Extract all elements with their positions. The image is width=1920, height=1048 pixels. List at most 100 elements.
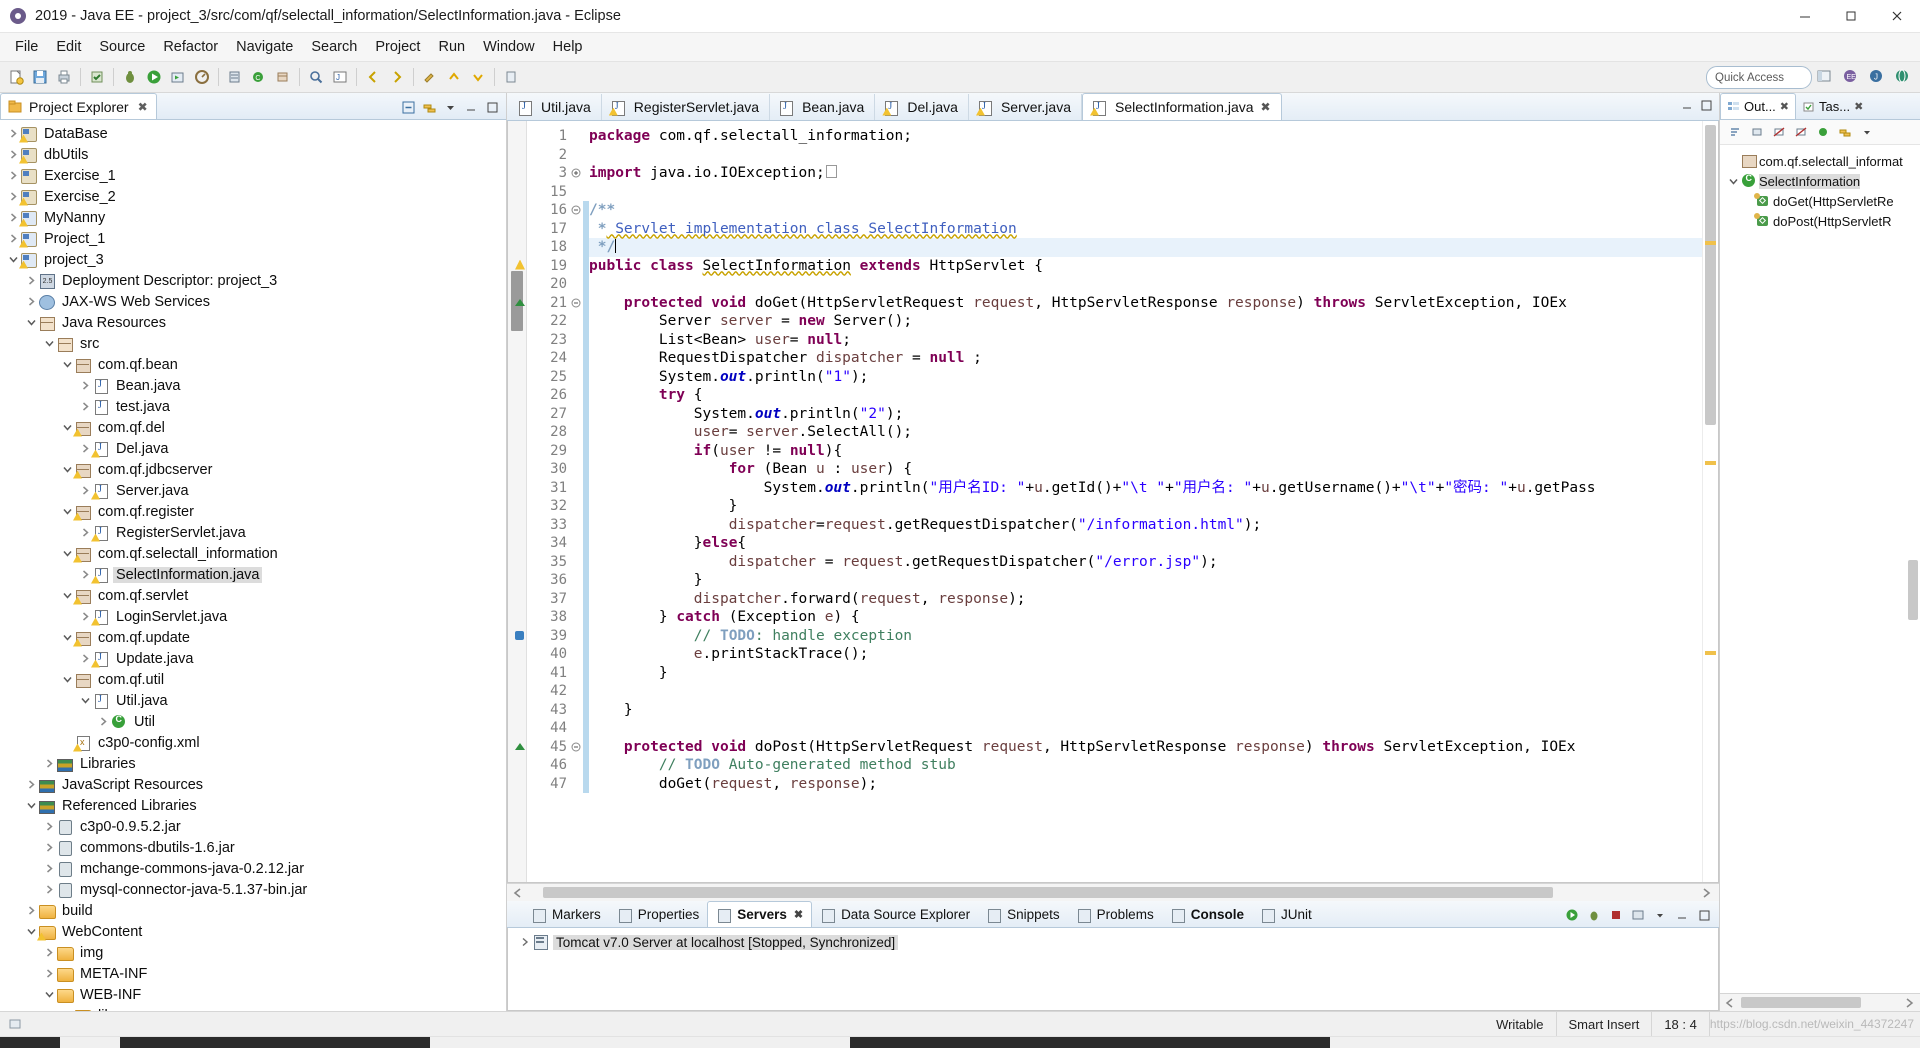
tree-item[interactable]: com.qf.selectall_information [0, 543, 506, 564]
profile-icon[interactable] [191, 66, 213, 88]
chevron-right-icon[interactable] [6, 211, 20, 225]
code-line[interactable]: package com.qf.selectall_information; [589, 127, 1702, 146]
forward-icon[interactable] [386, 66, 408, 88]
code-line[interactable]: /** [589, 201, 1702, 220]
chevron-right-icon[interactable] [78, 568, 92, 582]
chevron-right-icon[interactable] [6, 190, 20, 204]
tree-item[interactable]: mchange-commons-java-0.2.12.jar [0, 858, 506, 879]
code-line[interactable]: import java.io.IOException; [589, 164, 1702, 183]
chevron-down-icon[interactable] [42, 988, 56, 1002]
sort-icon[interactable] [1726, 123, 1744, 141]
focus-icon[interactable] [1814, 123, 1832, 141]
view-menu-icon[interactable] [1858, 123, 1876, 141]
link-icon[interactable] [1836, 123, 1854, 141]
code-line[interactable]: System.out.println("1"); [589, 368, 1702, 387]
java-ee-perspective-icon[interactable]: EE [1839, 65, 1861, 87]
code-line[interactable]: protected void doPost(HttpServletRequest… [589, 738, 1702, 757]
new-icon[interactable] [5, 66, 27, 88]
tree-item[interactable]: com.qf.bean [0, 354, 506, 375]
open-perspective-icon[interactable] [1813, 65, 1835, 87]
tree-item[interactable]: com.qf.servlet [0, 585, 506, 606]
new-class-icon[interactable]: C [248, 66, 270, 88]
close-icon[interactable]: ✖ [1261, 100, 1271, 114]
outline-item[interactable]: doPost(HttpServletR [1720, 211, 1920, 231]
save-icon[interactable] [29, 66, 51, 88]
outline-item[interactable]: SelectInformation [1720, 171, 1920, 191]
chevron-right-icon[interactable] [78, 652, 92, 666]
code-line[interactable] [589, 719, 1702, 738]
editor-tabbar[interactable]: Util.java RegisterServlet.java Bean.java De… [507, 93, 1719, 121]
code-line[interactable] [589, 275, 1702, 294]
menu-navigate[interactable]: Navigate [227, 36, 302, 58]
bottom-tab[interactable]: Data Source Explorer [812, 902, 978, 927]
fold-collapse-icon[interactable] [569, 738, 583, 757]
tree-item[interactable]: WEB-INF [0, 984, 506, 1005]
hide-fields-icon[interactable] [1748, 123, 1766, 141]
outline-tree[interactable]: com.qf.selectall_informat SelectInformati… [1720, 145, 1920, 993]
java-editor[interactable]: 1 2 3 15 16 17 18 19 20 21 22 23 24 25 26 27 28 29 30 31 32 3… [507, 121, 1719, 883]
chevron-down-icon[interactable] [60, 505, 74, 519]
tab-project-explorer[interactable]: Project Explorer ✖ [0, 93, 157, 119]
tab-outline[interactable]: Out... ✖ [1720, 93, 1797, 119]
close-icon[interactable]: ✖ [1854, 100, 1863, 113]
tree-item[interactable]: com.qf.register [0, 501, 506, 522]
code-line[interactable]: try { [589, 386, 1702, 405]
code-line[interactable]: List<Bean> user= null; [589, 331, 1702, 350]
tree-item[interactable]: MyNanny [0, 207, 506, 228]
bottom-tab[interactable]: Properties [609, 902, 708, 927]
annotation-ruler[interactable] [508, 121, 527, 882]
chevron-right-icon[interactable] [6, 169, 20, 183]
open-type-icon[interactable]: J [329, 66, 351, 88]
project-tree[interactable]: DataBase dbUtils Exercise_1 Exercise_2 MyNan… [0, 120, 506, 1011]
code-line[interactable]: for (Bean u : user) { [589, 460, 1702, 479]
tree-item[interactable]: build [0, 900, 506, 921]
code-line[interactable]: doGet(request, response); [589, 775, 1702, 794]
editor-tab[interactable]: SelectInformation.java ✖ [1082, 93, 1282, 120]
menu-project[interactable]: Project [366, 36, 429, 58]
build-icon[interactable] [86, 66, 108, 88]
chevron-down-icon[interactable] [42, 337, 56, 351]
start-server-icon[interactable] [1563, 906, 1581, 924]
run-icon[interactable] [143, 66, 165, 88]
editor-tab[interactable]: RegisterServlet.java [602, 94, 771, 120]
code-line[interactable]: } [589, 701, 1702, 720]
chevron-right-icon[interactable] [78, 526, 92, 540]
print-icon[interactable] [53, 66, 75, 88]
tree-item[interactable]: Update.java [0, 648, 506, 669]
code-line[interactable]: } [589, 664, 1702, 683]
code-line[interactable]: */ [589, 238, 1702, 257]
bottom-tab[interactable]: Console [1162, 902, 1252, 927]
back-icon[interactable] [362, 66, 384, 88]
editor-tab[interactable]: Bean.java [770, 94, 876, 120]
code-line[interactable]: e.printStackTrace(); [589, 645, 1702, 664]
menu-search[interactable]: Search [302, 36, 366, 58]
tree-item[interactable]: DataBase [0, 123, 506, 144]
menu-edit[interactable]: Edit [47, 36, 90, 58]
servers-list[interactable]: Tomcat v7.0 Server at localhost [Stopped… [507, 928, 1719, 1011]
tree-item[interactable]: SelectInformation.java [0, 564, 506, 585]
chevron-right-icon[interactable] [96, 715, 110, 729]
tree-item[interactable]: com.qf.util [0, 669, 506, 690]
code-line[interactable] [589, 682, 1702, 701]
stop-server-icon[interactable] [1607, 906, 1625, 924]
run-external-icon[interactable] [167, 66, 189, 88]
chevron-down-icon[interactable] [24, 925, 38, 939]
code-line[interactable]: dispatcher.forward(request, response); [589, 590, 1702, 609]
code-line[interactable] [589, 183, 1702, 202]
tree-item[interactable]: lib [0, 1005, 506, 1011]
chevron-right-icon[interactable] [42, 757, 56, 771]
chevron-right-icon[interactable] [42, 820, 56, 834]
web-perspective-icon[interactable] [1891, 65, 1913, 87]
tree-item[interactable]: c3p0-config.xml [0, 732, 506, 753]
tree-item[interactable]: JAX-WS Web Services [0, 291, 506, 312]
maximize-icon[interactable] [1695, 906, 1713, 924]
publish-icon[interactable] [1629, 906, 1647, 924]
chevron-right-icon[interactable] [24, 778, 38, 792]
code-line[interactable] [589, 146, 1702, 165]
tree-item[interactable]: com.qf.jdbcserver [0, 459, 506, 480]
bottom-tabbar[interactable]: Markers Properties Servers ✖ Data Source Exp… [507, 901, 1719, 928]
collapse-all-icon[interactable] [399, 98, 417, 116]
maximize-icon[interactable] [1700, 99, 1713, 116]
chevron-right-icon[interactable] [42, 862, 56, 876]
chevron-right-icon[interactable] [6, 232, 20, 246]
